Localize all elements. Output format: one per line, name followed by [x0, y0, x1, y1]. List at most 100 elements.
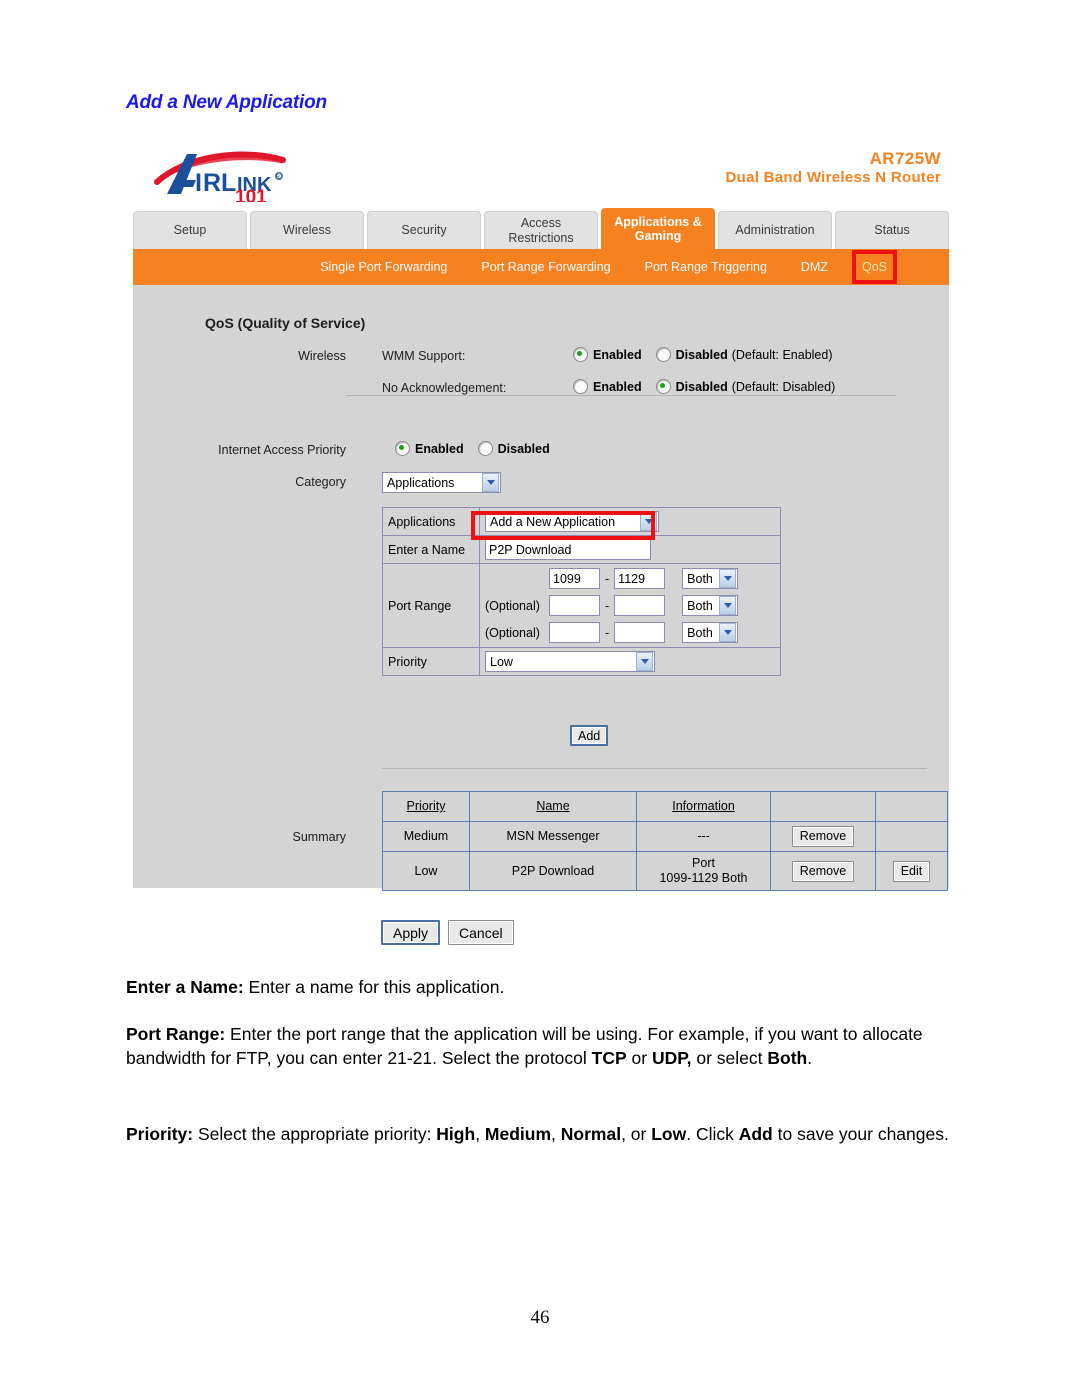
add-button-wrapper: Add	[570, 725, 609, 746]
select-protocol[interactable]: Both	[682, 595, 739, 616]
description-term: Port Range:	[126, 1024, 226, 1044]
description-term: Priority:	[126, 1124, 194, 1144]
svg-text:I: I	[195, 169, 202, 197]
input-port-start[interactable]	[549, 595, 600, 616]
radio-label-wmm-disabled: Disabled	[675, 347, 728, 362]
port-range-separator: -	[605, 598, 610, 613]
tab-security[interactable]: Security	[367, 211, 481, 249]
port-range-optional-label: (Optional)	[485, 625, 540, 640]
description-text: Enter the port range that the applicatio…	[126, 1024, 923, 1069]
radio-wmm-enabled[interactable]	[573, 347, 588, 362]
label-category: Category	[295, 475, 346, 489]
remove-button[interactable]: Remove	[791, 826, 855, 847]
radio-iap-enabled[interactable]	[395, 441, 410, 456]
radio-group-wmm-support: Enabled Disabled (Default: Enabled)	[573, 347, 833, 362]
cell-remove-action: Remove	[770, 851, 876, 891]
cell-edit-action	[875, 821, 948, 852]
input-port-start[interactable]: 1099	[549, 568, 600, 589]
select-applications[interactable]: Add a New Application	[485, 511, 659, 532]
tab-access-restrictions[interactable]: Access Restrictions	[484, 211, 598, 249]
form-row-applications: Applications Add a New Application	[382, 507, 781, 536]
tab-label: Applications & Gaming	[614, 214, 702, 243]
select-protocol[interactable]: Both	[682, 622, 739, 643]
router-model-name: AR725W	[869, 149, 941, 168]
form-row-enter-name: Enter a Name P2P Download	[382, 535, 781, 564]
add-button[interactable]: Add	[570, 725, 609, 746]
input-port-start[interactable]	[549, 622, 600, 643]
chevron-down-icon	[719, 623, 737, 642]
cell-information: Port 1099-1129 Both	[636, 851, 771, 891]
tab-administration[interactable]: Administration	[718, 211, 832, 249]
table-row: Low P2P Download Port 1099-1129 Both Rem…	[382, 851, 948, 891]
radio-noack-enabled[interactable]	[573, 379, 588, 394]
chevron-down-icon	[482, 473, 499, 492]
cell-priority-select: Low	[479, 647, 781, 676]
cell-label-port-range: Port Range	[382, 563, 480, 648]
port-range-row: 1099 - 1129 Both	[485, 568, 775, 589]
cancel-button[interactable]: Cancel	[448, 920, 514, 945]
subnav-qos[interactable]: QoS	[851, 250, 898, 284]
radio-noack-disabled[interactable]	[655, 379, 671, 394]
page-title: Add a New Application	[126, 92, 327, 113]
subnav-dmz[interactable]: DMZ	[801, 260, 828, 274]
select-protocol-value: Both	[687, 571, 713, 586]
subnav-single-port-forwarding[interactable]: Single Port Forwarding	[320, 260, 447, 274]
page-number: 46	[530, 1307, 550, 1328]
description-text: Enter a name for this application.	[243, 977, 505, 997]
description-port-range: Port Range: Enter the port range that th…	[126, 1022, 956, 1070]
radio-label-noack-disabled: Disabled	[675, 379, 728, 394]
select-priority[interactable]: Low	[485, 651, 655, 672]
label-summary: Summary	[292, 830, 346, 844]
tab-wireless[interactable]: Wireless	[250, 211, 364, 249]
summary-table-wrapper: Priority Name Information Medium MSN Mes…	[382, 791, 948, 891]
select-protocol[interactable]: Both	[682, 568, 739, 589]
cell-information: ---	[636, 821, 771, 852]
qos-summary-table: Priority Name Information Medium MSN Mes…	[382, 791, 948, 891]
tab-setup[interactable]: Setup	[133, 211, 247, 249]
edit-button[interactable]: Edit	[892, 860, 931, 882]
select-protocol-value: Both	[687, 598, 713, 613]
tab-label: Status	[874, 223, 910, 238]
qos-settings-panel: QoS (Quality of Service) Wireless WMM Su…	[133, 285, 949, 891]
cell-priority: Low	[382, 851, 470, 891]
description-text: Select the appropriate priority: High, M…	[193, 1124, 949, 1144]
input-enter-a-name[interactable]: P2P Download	[485, 539, 651, 560]
cell-label-priority: Priority	[382, 647, 480, 676]
description-enter-a-name: Enter a Name: Enter a name for this appl…	[126, 975, 956, 999]
label-no-acknowledgement: No Acknowledgement:	[382, 381, 507, 395]
tab-label: Administration	[735, 223, 815, 238]
tab-label: Setup	[173, 223, 207, 238]
tab-label: Access Restrictions	[508, 216, 574, 245]
chevron-down-icon	[719, 596, 737, 615]
remove-button[interactable]: Remove	[791, 860, 855, 882]
primary-tab-bar: Setup Wireless Security Access Restricti…	[133, 208, 949, 249]
subnav-port-range-triggering[interactable]: Port Range Triggering	[645, 260, 767, 274]
tab-applications-and-gaming[interactable]: Applications & Gaming	[601, 208, 715, 249]
port-range-separator: -	[605, 571, 610, 586]
cell-name: MSN Messenger	[469, 821, 637, 852]
port-range-optional-label: (Optional)	[485, 598, 540, 613]
airlink101-logo: I R L INK R 101	[151, 146, 351, 202]
select-category[interactable]: Applications	[382, 472, 501, 493]
subnav-port-range-forwarding[interactable]: Port Range Forwarding	[481, 260, 610, 274]
input-port-end[interactable]	[614, 595, 666, 616]
column-header-information: Information	[636, 791, 771, 822]
radio-iap-disabled[interactable]	[477, 441, 493, 456]
chevron-down-icon	[636, 652, 653, 671]
router-brand-bar: I R L INK R 101 AR725W Dual Band Wireles…	[133, 140, 949, 208]
description-priority: Priority: Select the appropriate priorit…	[126, 1122, 956, 1146]
apply-button[interactable]: Apply	[381, 920, 441, 945]
form-row-priority: Priority Low	[382, 647, 781, 676]
radio-wmm-disabled[interactable]	[655, 347, 671, 362]
input-port-end[interactable]	[614, 622, 666, 643]
port-range-row: (Optional) - Both	[485, 595, 775, 616]
cell-applications-select: Add a New Application	[479, 507, 781, 536]
tab-label: Security	[401, 223, 447, 238]
input-port-end[interactable]: 1129	[614, 568, 666, 589]
cell-priority: Medium	[382, 821, 470, 852]
svg-text:R: R	[276, 175, 280, 181]
cell-label-applications: Applications	[382, 507, 480, 536]
tab-status[interactable]: Status	[835, 211, 949, 249]
label-wmm-support: WMM Support:	[382, 349, 466, 363]
radio-label-iap-disabled: Disabled	[497, 441, 550, 456]
